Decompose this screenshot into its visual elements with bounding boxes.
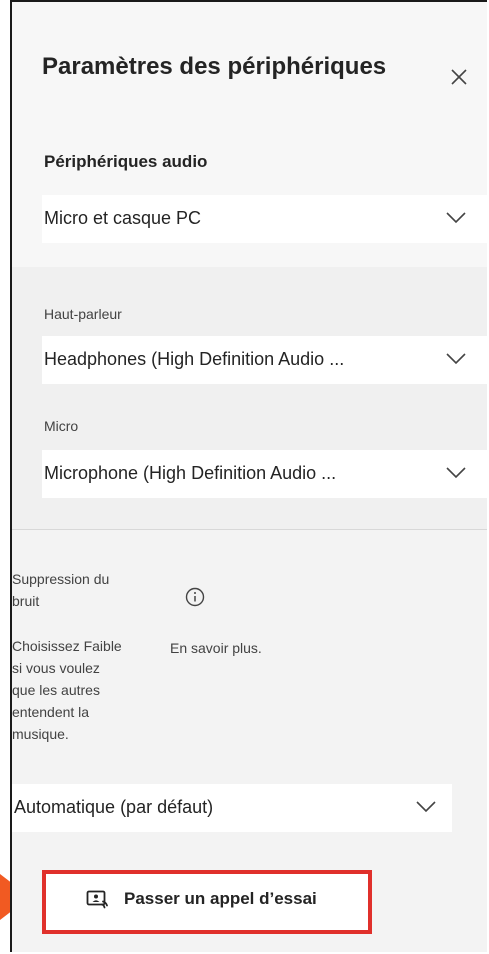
noise-suppression-label-line2: bruit — [12, 593, 40, 609]
device-settings-panel: Paramètres des périphériques Périphériqu… — [10, 0, 488, 952]
panel-title: Paramètres des périphériques — [42, 53, 387, 80]
description-line: musique. — [12, 726, 69, 742]
noise-suppression-label: Suppression du bruit — [12, 568, 109, 612]
info-icon[interactable] — [185, 587, 205, 607]
audio-devices-select[interactable]: Micro et casque PC — [42, 195, 488, 243]
chevron-down-icon — [416, 801, 436, 813]
description-line: que les autres — [12, 682, 100, 698]
microphone-select[interactable]: Microphone (High Definition Audio ... — [42, 450, 488, 498]
audio-devices-value: Micro et casque PC — [44, 208, 202, 228]
description-line: entendent la — [12, 704, 90, 720]
test-call-icon — [86, 890, 108, 909]
speaker-select[interactable]: Headphones (High Definition Audio ... — [42, 336, 488, 384]
learn-more-link[interactable]: En savoir plus. — [170, 640, 262, 656]
chevron-down-icon — [446, 467, 466, 479]
chevron-down-icon — [446, 212, 466, 224]
noise-suppression-label-line1: Suppression du — [12, 571, 110, 587]
microphone-value: Microphone (High Definition Audio ... — [44, 463, 337, 483]
noise-suppression-select[interactable]: Automatique (par défaut) — [12, 784, 452, 832]
description-line: Choisissez Faible — [12, 638, 122, 654]
close-icon[interactable] — [448, 66, 470, 88]
noise-suppression-description: Choisissez Faible si vous voulez que les… — [12, 635, 122, 745]
noise-suppression-value: Automatique (par défaut) — [14, 797, 214, 817]
speaker-value: Headphones (High Definition Audio ... — [44, 349, 345, 369]
test-call-button-content: Passer un appel d’essai — [86, 889, 317, 909]
audio-devices-label: Périphériques audio — [44, 152, 208, 171]
description-line: si vous voulez — [12, 660, 100, 676]
microphone-label: Micro — [44, 418, 79, 434]
test-call-button[interactable]: Passer un appel d’essai — [42, 870, 372, 934]
speaker-label: Haut-parleur — [44, 306, 122, 322]
test-call-label: Passer un appel d’essai — [124, 889, 317, 908]
chevron-down-icon — [446, 353, 466, 365]
